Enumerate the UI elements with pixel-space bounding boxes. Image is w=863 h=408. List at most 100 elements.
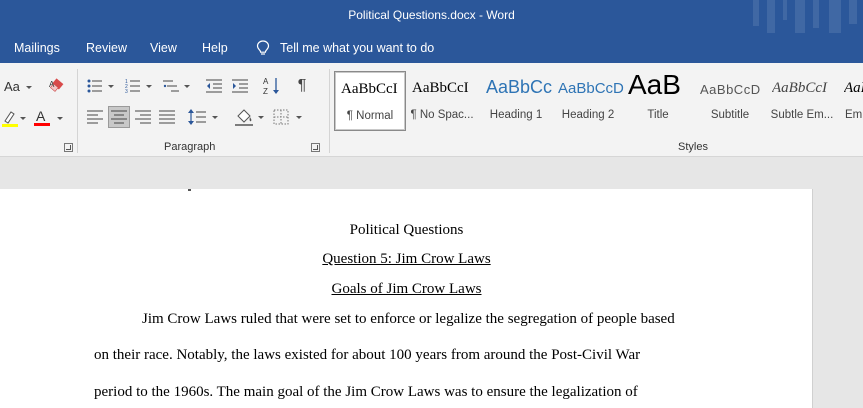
borders-icon xyxy=(273,109,289,125)
section-heading-text: Goals of Jim Crow Laws xyxy=(331,281,482,297)
sort-icon: A Z xyxy=(263,77,279,96)
tab-review[interactable]: Review xyxy=(86,41,127,55)
text-highlight-button[interactable] xyxy=(0,107,20,129)
style-heading-2[interactable]: AaBbCcD Heading 2 xyxy=(552,71,624,131)
title-bar: Political Questions.docx - Word xyxy=(0,0,863,33)
borders-button[interactable] xyxy=(272,108,290,126)
numbered-list-icon: 1 2 3 xyxy=(125,79,140,93)
style-sample: AaBbCcI xyxy=(341,81,398,97)
sort-button[interactable]: A Z xyxy=(262,75,282,97)
font-color-icon: A xyxy=(34,108,50,126)
lightbulb-icon xyxy=(256,40,270,56)
increase-indent-button[interactable] xyxy=(231,77,249,95)
multilevel-list-icon xyxy=(163,80,179,92)
question-heading[interactable]: Question 5: Jim Crow Laws xyxy=(0,251,813,268)
style-subtle-emphasis[interactable]: AaBbCcI Subtle Em... xyxy=(766,71,838,131)
pilcrow-icon: ¶ xyxy=(297,77,307,94)
paragraph-line[interactable]: Jim Crow Laws ruled that were set to enf… xyxy=(142,311,675,328)
style-sample: AaB xyxy=(628,69,681,100)
tab-help[interactable]: Help xyxy=(202,41,228,55)
font-color-button[interactable]: A xyxy=(32,107,52,129)
eraser-icon: A xyxy=(49,78,64,92)
line-spacing-icon xyxy=(188,109,206,125)
style-title[interactable]: AaB Title xyxy=(622,69,694,131)
style-name: Subtitle xyxy=(710,109,750,121)
ribbon: Aa A A 1 2 3 A Z ¶ Paragraph AaBbCcI ¶ N… xyxy=(0,63,863,157)
align-right-icon xyxy=(135,110,151,124)
paragraph-dialog-launcher[interactable] xyxy=(311,143,320,152)
font-dialog-launcher[interactable] xyxy=(64,143,73,152)
clear-formatting-button[interactable]: A xyxy=(49,78,67,99)
tab-view[interactable]: View xyxy=(150,41,177,55)
style-sample: AaBbCcI xyxy=(844,80,863,96)
shading-button[interactable] xyxy=(234,107,254,127)
chevron-down-icon xyxy=(26,86,32,89)
chevron-down-icon xyxy=(108,85,114,88)
increase-indent-icon xyxy=(232,79,248,93)
ribbon-tabs: Mailings Review View Help Tell me what y… xyxy=(0,33,863,63)
style-subtitle[interactable]: AaBbCcD Subtitle xyxy=(694,71,766,131)
title-bar-decoration xyxy=(753,0,863,33)
show-formatting-marks-button[interactable]: ¶ xyxy=(293,76,311,96)
style-sample: AaBbCc xyxy=(486,77,552,97)
decrease-indent-button[interactable] xyxy=(205,77,223,95)
group-separator xyxy=(329,69,330,153)
document-title[interactable]: Political Questions xyxy=(0,222,813,239)
styles-gallery: AaBbCcI ¶ Normal AaBbCcI ¶ No Spac... Aa… xyxy=(334,69,863,135)
chevron-down-icon xyxy=(212,116,218,119)
svg-text:3: 3 xyxy=(125,89,128,93)
group-separator xyxy=(77,69,78,153)
document-canvas[interactable]: Political Questions Question 5: Jim Crow… xyxy=(0,157,863,408)
style-name: ¶ No Spac... xyxy=(410,109,474,121)
numbering-button[interactable]: 1 2 3 xyxy=(124,77,142,95)
paint-bucket-icon xyxy=(235,109,253,126)
tab-mailings[interactable]: Mailings xyxy=(14,41,60,55)
paragraph-group-label: Paragraph xyxy=(164,141,216,153)
styles-group-label: Styles xyxy=(678,141,708,153)
align-left-button[interactable] xyxy=(86,108,104,126)
style-name: Heading 1 xyxy=(489,109,543,121)
style-normal[interactable]: AaBbCcI ¶ Normal xyxy=(334,71,406,131)
chevron-down-icon xyxy=(146,85,152,88)
multilevel-list-button[interactable] xyxy=(162,77,180,95)
change-case-button[interactable]: Aa xyxy=(4,79,20,94)
justify-icon xyxy=(159,110,175,124)
style-heading-1[interactable]: AaBbCc Heading 1 xyxy=(480,71,552,131)
style-sample: AaBbCcD xyxy=(558,80,624,97)
style-sample: AaBbCcD xyxy=(700,82,761,97)
highlighter-icon xyxy=(2,111,18,127)
svg-text:A: A xyxy=(49,80,55,89)
style-name: Subtle Em... xyxy=(770,109,834,121)
window-title: Political Questions.docx - Word xyxy=(348,8,515,22)
text-cursor-mark xyxy=(188,189,191,191)
svg-text:A: A xyxy=(263,77,269,86)
document-page[interactable]: Political Questions Question 5: Jim Crow… xyxy=(0,189,813,408)
bullets-button[interactable] xyxy=(86,77,104,95)
style-no-spacing[interactable]: AaBbCcI ¶ No Spac... xyxy=(406,71,478,131)
style-name: Title xyxy=(647,109,669,121)
align-center-icon xyxy=(111,110,127,124)
tell-me-search[interactable]: Tell me what you want to do xyxy=(256,40,434,56)
bullet-list-icon xyxy=(87,79,102,93)
decrease-indent-icon xyxy=(206,79,222,93)
justify-button[interactable] xyxy=(158,108,176,126)
align-right-button[interactable] xyxy=(134,108,152,126)
align-center-button[interactable] xyxy=(108,106,130,128)
style-sample: AaBbCcI xyxy=(772,80,827,96)
style-emphasis[interactable]: AaBbCcI Em xyxy=(838,71,863,131)
chevron-down-icon xyxy=(258,116,264,119)
chevron-down-icon xyxy=(20,117,26,120)
change-case-label: Aa xyxy=(4,79,20,94)
tell-me-text: Tell me what you want to do xyxy=(280,41,435,55)
chevron-down-icon xyxy=(296,116,302,119)
line-spacing-button[interactable] xyxy=(188,107,206,127)
svg-text:A: A xyxy=(36,108,46,124)
question-heading-text: Question 5: Jim Crow Laws xyxy=(322,251,491,267)
align-left-icon xyxy=(87,110,103,124)
paragraph-line[interactable]: period to the 1960s. The main goal of th… xyxy=(94,384,638,401)
paragraph-line[interactable]: on their race. Notably, the laws existed… xyxy=(94,347,640,364)
style-sample: AaBbCcI xyxy=(412,80,469,96)
section-heading[interactable]: Goals of Jim Crow Laws xyxy=(0,281,813,298)
svg-text:Z: Z xyxy=(263,87,268,96)
chevron-down-icon xyxy=(57,117,63,120)
